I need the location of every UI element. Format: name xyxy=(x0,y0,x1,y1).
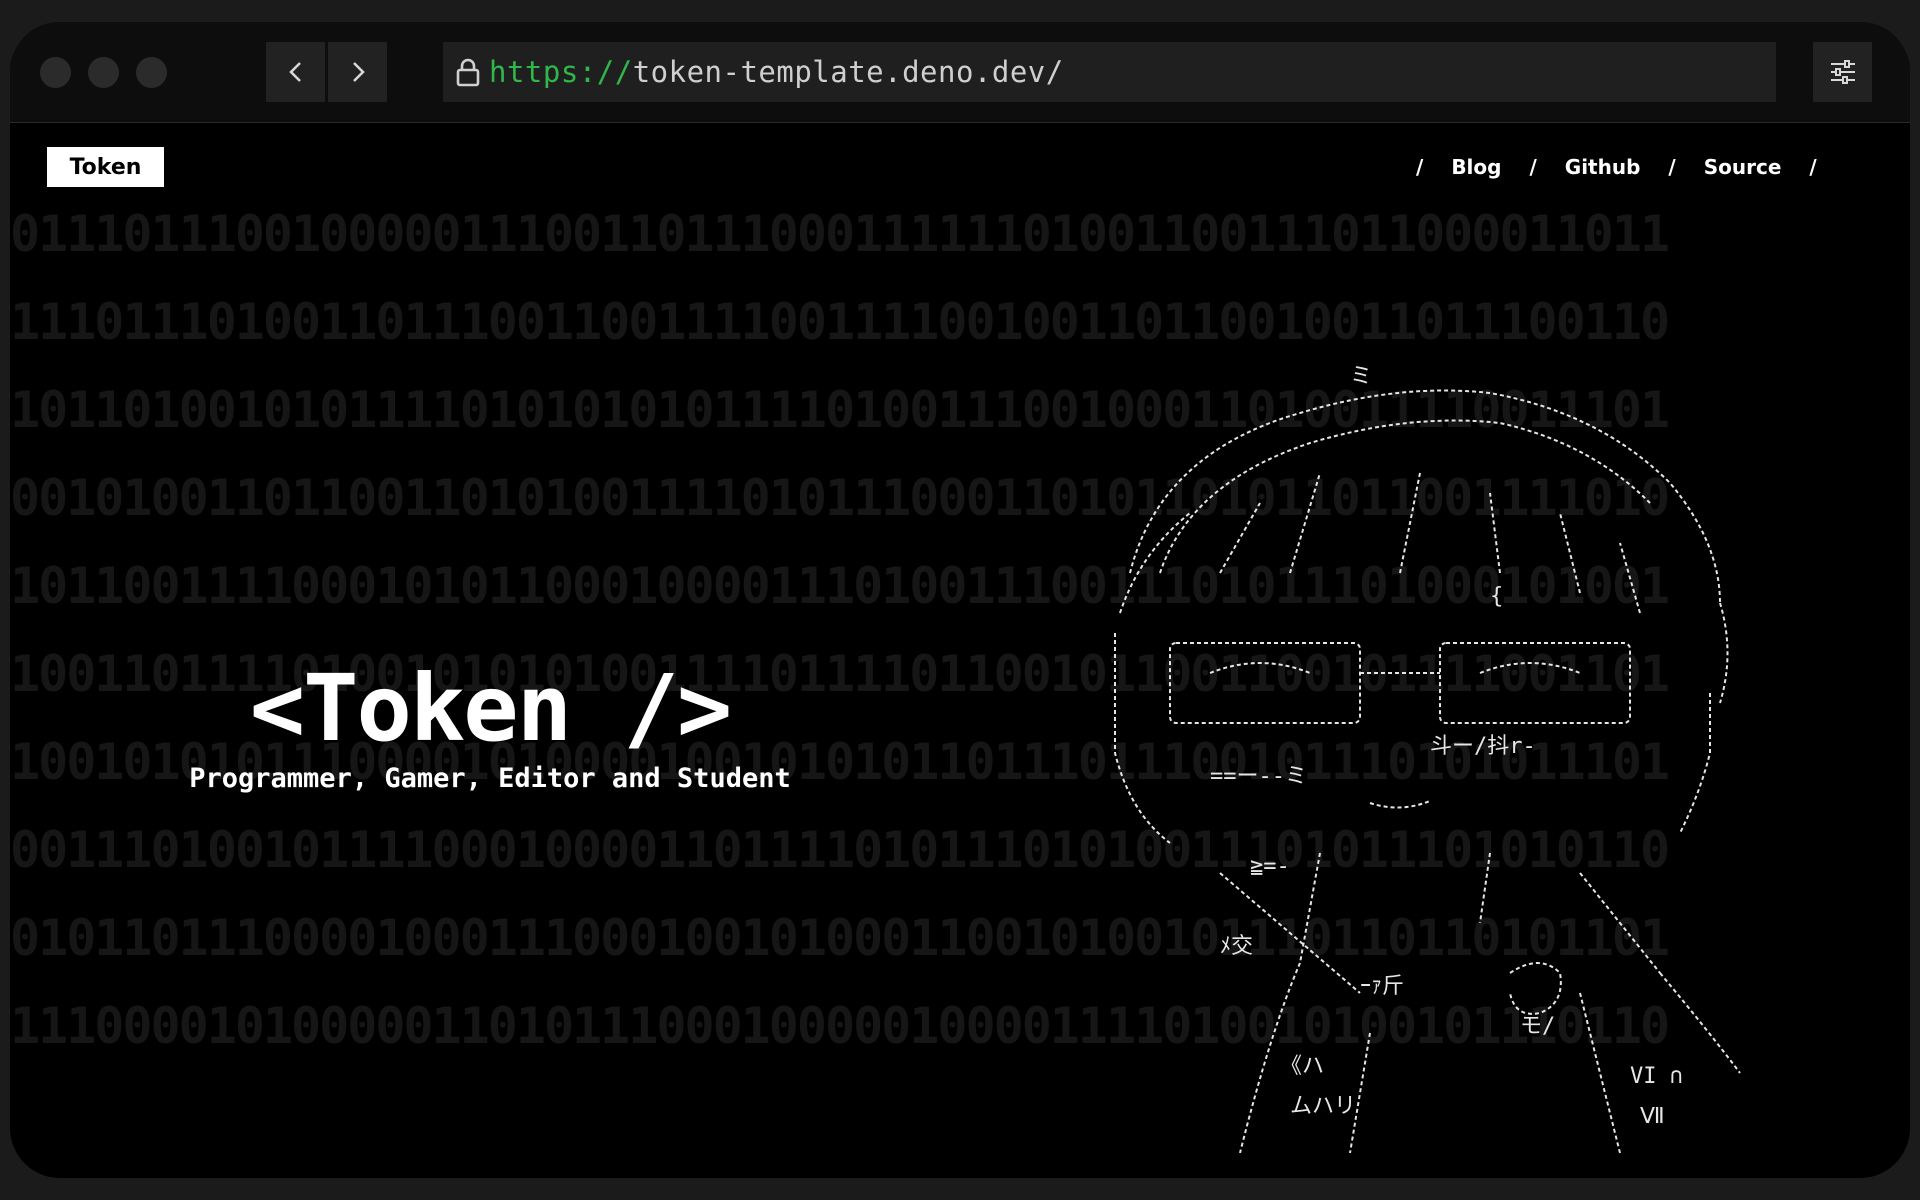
svg-text:ムハリ: ムハリ xyxy=(1290,1094,1356,1119)
svg-text:{: { xyxy=(1490,584,1503,609)
binary-row: 0111011100100000111001101110001111110100… xyxy=(10,205,1670,263)
hero-subtitle: Programmer, Gamer, Editor and Student xyxy=(189,763,791,794)
nav-separator: / xyxy=(1668,155,1676,179)
header-nav: / Blog / Github / Source / xyxy=(1416,149,1817,185)
nav-link-github[interactable]: Github xyxy=(1565,155,1641,179)
svg-text:ミ: ミ xyxy=(1350,364,1372,389)
chevron-left-icon xyxy=(288,62,301,82)
svg-text:ｰｧ斤: ｰｧ斤 xyxy=(1360,974,1404,999)
svg-text:Ⅶ: Ⅶ xyxy=(1640,1104,1665,1129)
svg-text:VI ∩: VI ∩ xyxy=(1630,1064,1683,1089)
url-host: token-template.deno.dev/ xyxy=(632,55,1064,89)
url-scheme: https:// xyxy=(489,55,633,89)
nav-separator: / xyxy=(1529,155,1537,179)
chevron-right-icon xyxy=(352,62,365,82)
svg-text:≧=-: ≧=- xyxy=(1250,854,1290,879)
svg-text:ﾒ交: ﾒ交 xyxy=(1220,934,1253,959)
nav-link-blog[interactable]: Blog xyxy=(1451,155,1501,179)
window-minimize-dot[interactable] xyxy=(88,57,119,88)
svg-text:《ハ: 《ハ xyxy=(1280,1054,1324,1079)
nav-separator: / xyxy=(1416,155,1424,179)
nav-separator: / xyxy=(1809,155,1817,179)
svg-text:==ー--ミ: ==ー--ミ xyxy=(1210,764,1307,789)
back-button[interactable] xyxy=(266,42,325,102)
svg-text:斗ー/抖r-: 斗ー/抖r- xyxy=(1430,734,1536,759)
address-bar[interactable]: https://token-template.deno.dev/ xyxy=(443,42,1776,102)
nav-link-source[interactable]: Source xyxy=(1704,155,1782,179)
svg-text:モ/: モ/ xyxy=(1520,1014,1555,1039)
ascii-art-illustration: ミ { ==ー--ミ 斗ー/抖r- ≧=- ﾒ交 ｰｧ斤 《ハ ムハリ VI ∩… xyxy=(1114,364,1741,1153)
hero-title: <Token /> xyxy=(249,655,733,762)
site-logo[interactable]: Token xyxy=(47,147,164,187)
window-maximize-dot[interactable] xyxy=(136,57,167,88)
browser-toolbar: https://token-template.deno.dev/ xyxy=(10,22,1910,123)
forward-button[interactable] xyxy=(328,42,387,102)
sliders-icon xyxy=(1830,60,1855,84)
url-text[interactable]: https://token-template.deno.dev/ xyxy=(489,55,1064,89)
browser-window: https://token-template.deno.dev/ 0111011… xyxy=(10,22,1910,1178)
window-close-dot[interactable] xyxy=(40,57,71,88)
lock-icon xyxy=(456,58,480,87)
settings-button[interactable] xyxy=(1813,42,1872,102)
web-page: 0111011100100000111001101110001111110100… xyxy=(10,123,1910,1178)
